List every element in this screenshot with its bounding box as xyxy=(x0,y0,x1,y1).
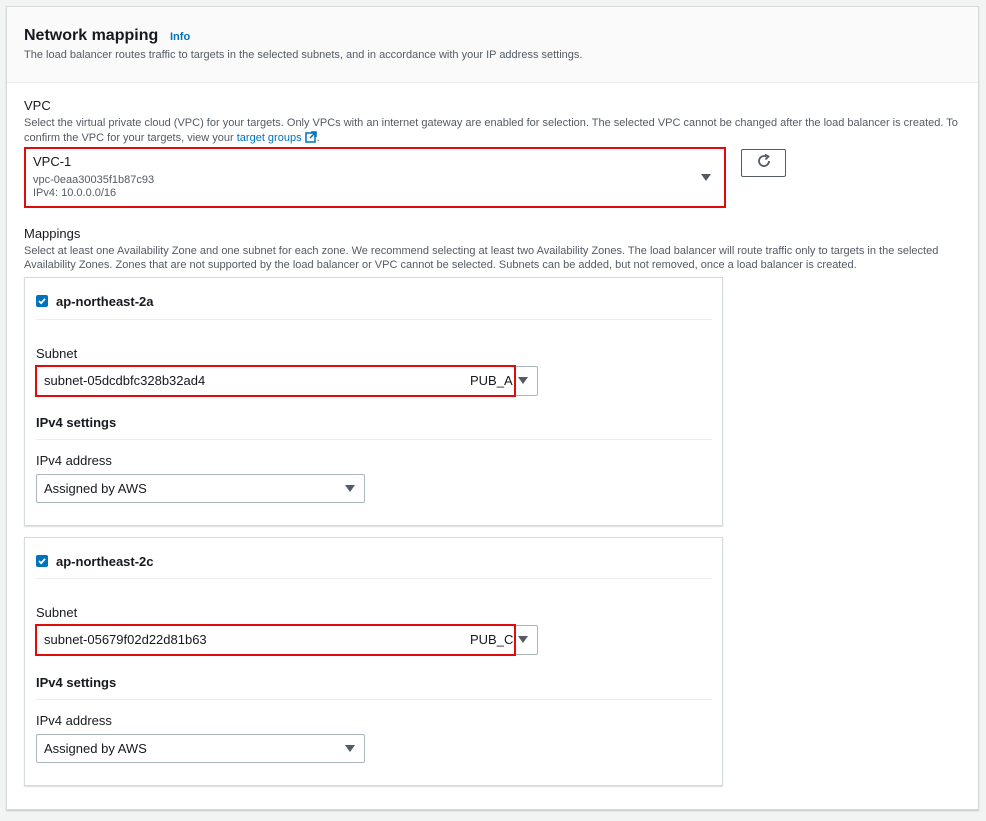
vpc-description-prefix: confirm the VPC for your targets, view y… xyxy=(24,132,234,144)
zone-checkbox[interactable] xyxy=(36,555,48,567)
chevron-down-icon xyxy=(518,377,528,384)
ipv4-address-label: IPv4 address xyxy=(36,453,112,468)
section-title: Network mapping xyxy=(24,27,159,44)
vpc-description-line1: Select the virtual private cloud (VPC) f… xyxy=(24,117,958,129)
zone-name: ap-northeast-2c xyxy=(56,554,154,569)
subnet-label: Subnet xyxy=(36,605,78,620)
vpc-description-suffix: . xyxy=(316,132,320,144)
vpc-label: VPC xyxy=(24,98,51,113)
vpc-selected-name: VPC-1 xyxy=(33,154,72,169)
mappings-description-line1: Select at least one Availability Zone an… xyxy=(24,245,939,257)
divider xyxy=(36,439,712,440)
vpc-selected-cidr: IPv4: 10.0.0.0/16 xyxy=(33,187,117,199)
ipv4-settings-heading: IPv4 settings xyxy=(36,415,117,430)
subnet-id: subnet-05679f02d22d81b63 xyxy=(44,632,207,647)
section-description: The load balancer routes traffic to targ… xyxy=(24,49,583,61)
chevron-down-icon xyxy=(345,485,355,492)
divider xyxy=(36,699,712,700)
refresh-button[interactable] xyxy=(741,149,786,177)
zone-card-ap-northeast-2a: ap-northeast-2a Subnet subnet-05dcdbfc32… xyxy=(24,277,723,526)
panel-header: Network mapping Info The load balancer r… xyxy=(7,7,978,83)
refresh-icon xyxy=(756,153,772,174)
vpc-description-line2: confirm the VPC for your targets, view y… xyxy=(24,131,320,146)
zone-name: ap-northeast-2a xyxy=(56,294,154,309)
subnet-id: subnet-05dcdbfc328b32ad4 xyxy=(44,373,206,388)
ipv4-address-label: IPv4 address xyxy=(36,713,112,728)
subnet-tag: PUB_A xyxy=(470,373,513,388)
subnet-tag: PUB_C xyxy=(470,632,514,647)
chevron-down-icon xyxy=(345,745,355,752)
ipv4-address-select[interactable]: Assigned by AWS xyxy=(36,474,365,503)
ipv4-settings-heading: IPv4 settings xyxy=(36,675,117,690)
mappings-description-line2: Availability Zones. Zones that are not s… xyxy=(24,259,857,271)
chevron-down-icon xyxy=(701,174,711,181)
vpc-select[interactable]: VPC-1 vpc-0eaa30035f1b87c93 IPv4: 10.0.0… xyxy=(27,150,723,205)
zone-card-ap-northeast-2c: ap-northeast-2c Subnet subnet-05679f02d2… xyxy=(24,537,723,786)
zone-checkbox[interactable] xyxy=(36,295,48,307)
vpc-selected-id: vpc-0eaa30035f1b87c93 xyxy=(33,174,155,186)
external-link-icon[interactable] xyxy=(304,131,317,146)
ipv4-address-value: Assigned by AWS xyxy=(44,481,147,496)
divider xyxy=(36,578,712,579)
network-mapping-panel: Network mapping Info The load balancer r… xyxy=(6,6,979,810)
ipv4-address-value: Assigned by AWS xyxy=(44,741,147,756)
chevron-down-icon xyxy=(518,636,528,643)
check-icon xyxy=(38,558,46,565)
mappings-label: Mappings xyxy=(24,226,81,241)
target-groups-link[interactable]: target groups xyxy=(237,132,302,144)
check-icon xyxy=(38,298,46,305)
ipv4-address-select[interactable]: Assigned by AWS xyxy=(36,734,365,763)
info-link[interactable]: Info xyxy=(170,31,190,43)
divider xyxy=(36,319,712,320)
subnet-label: Subnet xyxy=(36,346,78,361)
